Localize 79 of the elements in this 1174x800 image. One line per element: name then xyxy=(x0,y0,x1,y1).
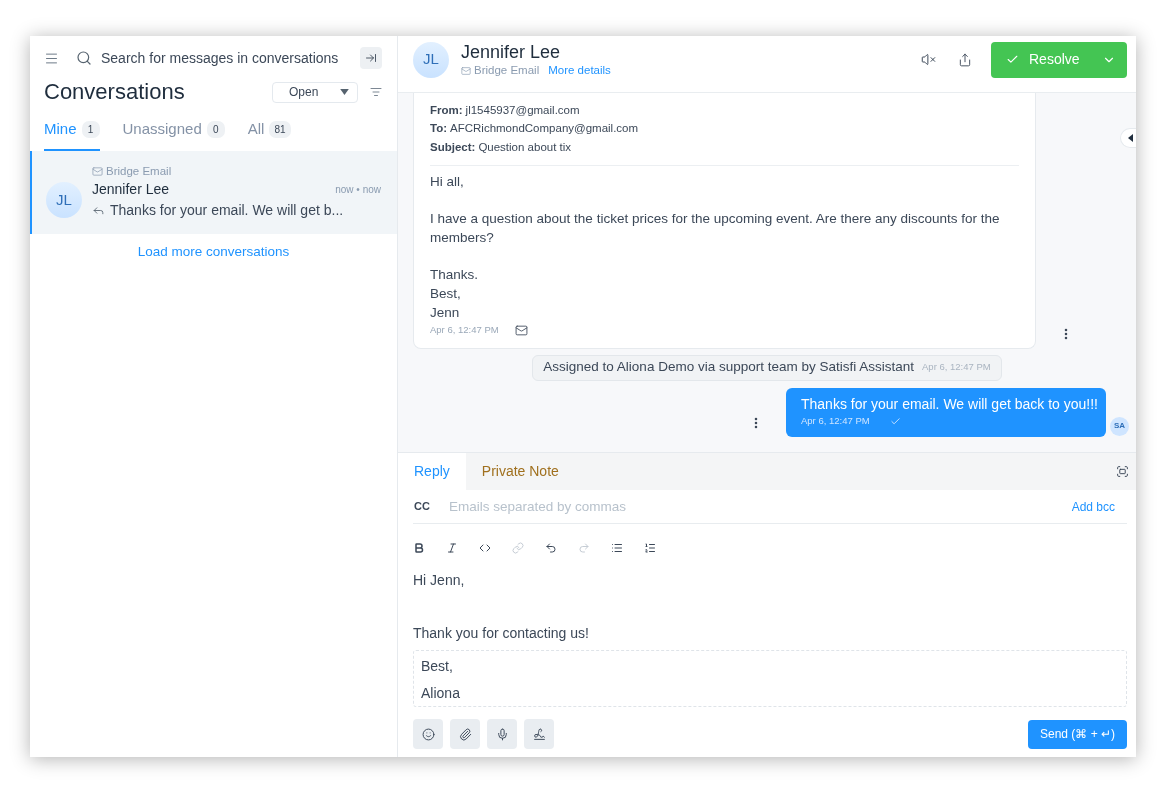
attach-button[interactable] xyxy=(450,719,480,749)
message-time: Apr 6, 12:47 PM xyxy=(430,323,499,338)
send-button[interactable]: Send (⌘ + ↵) xyxy=(1027,719,1127,749)
header-field-label: To: xyxy=(430,121,448,137)
sender-avatar: SA xyxy=(1110,416,1129,436)
check-icon xyxy=(889,416,901,427)
count-badge: 81 xyxy=(269,120,291,138)
header-field-value: Question about tix xyxy=(478,139,572,155)
add-bcc-link[interactable]: Add bcc xyxy=(1071,497,1115,516)
undo-icon[interactable] xyxy=(545,542,557,554)
activity-time: Apr 6, 12:47 PM xyxy=(922,360,991,375)
signature-text: Aliona xyxy=(421,684,461,703)
contact-name: Jennifer Lee xyxy=(92,179,170,199)
mail-icon xyxy=(92,165,103,177)
header-field-label: Subject: xyxy=(430,139,476,155)
cc-label: CC xyxy=(413,499,430,515)
email-body-text: Jenn xyxy=(430,303,461,322)
email-body-text: I have a question about the ticket prices for the upcoming event. Are there any discounts for the members? xyxy=(430,209,1001,247)
filter-icon[interactable] xyxy=(370,86,382,98)
more-details-link[interactable]: More details xyxy=(548,61,611,80)
numbered-list-icon[interactable] xyxy=(644,542,656,554)
conversation-filter-tab[interactable]: Unassigned 0 xyxy=(122,113,225,151)
tab-label: Mine xyxy=(44,118,77,139)
email-body-text: Best, xyxy=(430,284,462,303)
microphone-icon xyxy=(495,727,509,741)
tab-label: All xyxy=(247,118,265,139)
mute-icon[interactable] xyxy=(921,52,936,67)
caret-down-icon xyxy=(340,89,349,95)
panel-title: Conversations xyxy=(44,78,185,106)
reply-text: Hi Jenn, xyxy=(413,571,466,590)
smiley-icon xyxy=(421,727,435,741)
conversation-time: now • now xyxy=(335,182,381,197)
header-field-value: AFCRichmondCompany@gmail.com xyxy=(450,121,639,137)
side-panel-toggle[interactable] xyxy=(1120,128,1136,148)
emoji-button[interactable] xyxy=(413,719,443,749)
email-body-text: Hi all, xyxy=(430,172,465,191)
header-field-value: jl1545937@gmail.com xyxy=(465,102,580,118)
resolve-button[interactable]: Resolve xyxy=(991,41,1091,78)
bold-icon[interactable] xyxy=(413,542,425,554)
bullet-list-icon[interactable] xyxy=(611,542,623,554)
pen-icon xyxy=(532,727,546,741)
search-field[interactable]: Search for messages in conversations xyxy=(101,46,352,70)
collapse-sidebar-button[interactable] xyxy=(360,47,382,69)
menu-icon[interactable] xyxy=(44,50,59,66)
email-body-text: Thanks. xyxy=(430,265,480,284)
signature-button[interactable] xyxy=(524,719,554,749)
record-audio-button[interactable] xyxy=(487,719,517,749)
count-badge: 1 xyxy=(81,120,100,138)
header-field-label: From: xyxy=(430,102,463,118)
message-time: Apr 6, 12:47 PM xyxy=(801,414,870,429)
search-icon xyxy=(76,50,92,66)
load-more-link[interactable]: Load more conversations xyxy=(137,241,290,263)
check-icon xyxy=(1006,53,1019,66)
count-badge: 0 xyxy=(206,120,225,138)
channel-label: Bridge Email xyxy=(474,62,540,78)
mail-icon xyxy=(514,324,528,337)
contact-name: Jennifer Lee xyxy=(461,40,562,63)
tab-label: Unassigned xyxy=(122,118,202,139)
status-filter-dropdown[interactable]: Open xyxy=(272,81,358,103)
expand-icon[interactable] xyxy=(1116,465,1129,478)
italic-icon[interactable] xyxy=(446,542,458,554)
message-preview: Thanks for your email. We will get b... xyxy=(110,200,344,220)
cc-input-field[interactable]: Emails separated by commas xyxy=(448,493,1072,520)
reply-text: Thank you for contacting us! xyxy=(413,624,590,643)
conversation-item[interactable]: JL Bridge Email Jennifer Lee now • now Thanks for your email. We will get b... xyxy=(30,151,397,234)
conversation-filter-tab[interactable]: All 81 xyxy=(247,113,291,151)
caret-left-icon xyxy=(1127,134,1133,142)
contact-avatar: JL xyxy=(413,41,449,78)
activity-text: Assigned to Aliona Demo via support team by Satisfi Assistant xyxy=(543,358,914,377)
mail-icon xyxy=(461,65,471,76)
composer-tab[interactable]: Reply xyxy=(398,453,466,490)
paperclip-icon xyxy=(458,727,472,741)
arrow-to-line-icon xyxy=(365,52,377,64)
share-icon[interactable] xyxy=(958,52,972,67)
code-icon[interactable] xyxy=(479,542,491,554)
composer-tab[interactable]: Private Note xyxy=(465,453,575,490)
contact-avatar: JL xyxy=(46,182,82,218)
signature-text: Best, xyxy=(421,657,454,676)
channel-label: Bridge Email xyxy=(106,164,172,179)
